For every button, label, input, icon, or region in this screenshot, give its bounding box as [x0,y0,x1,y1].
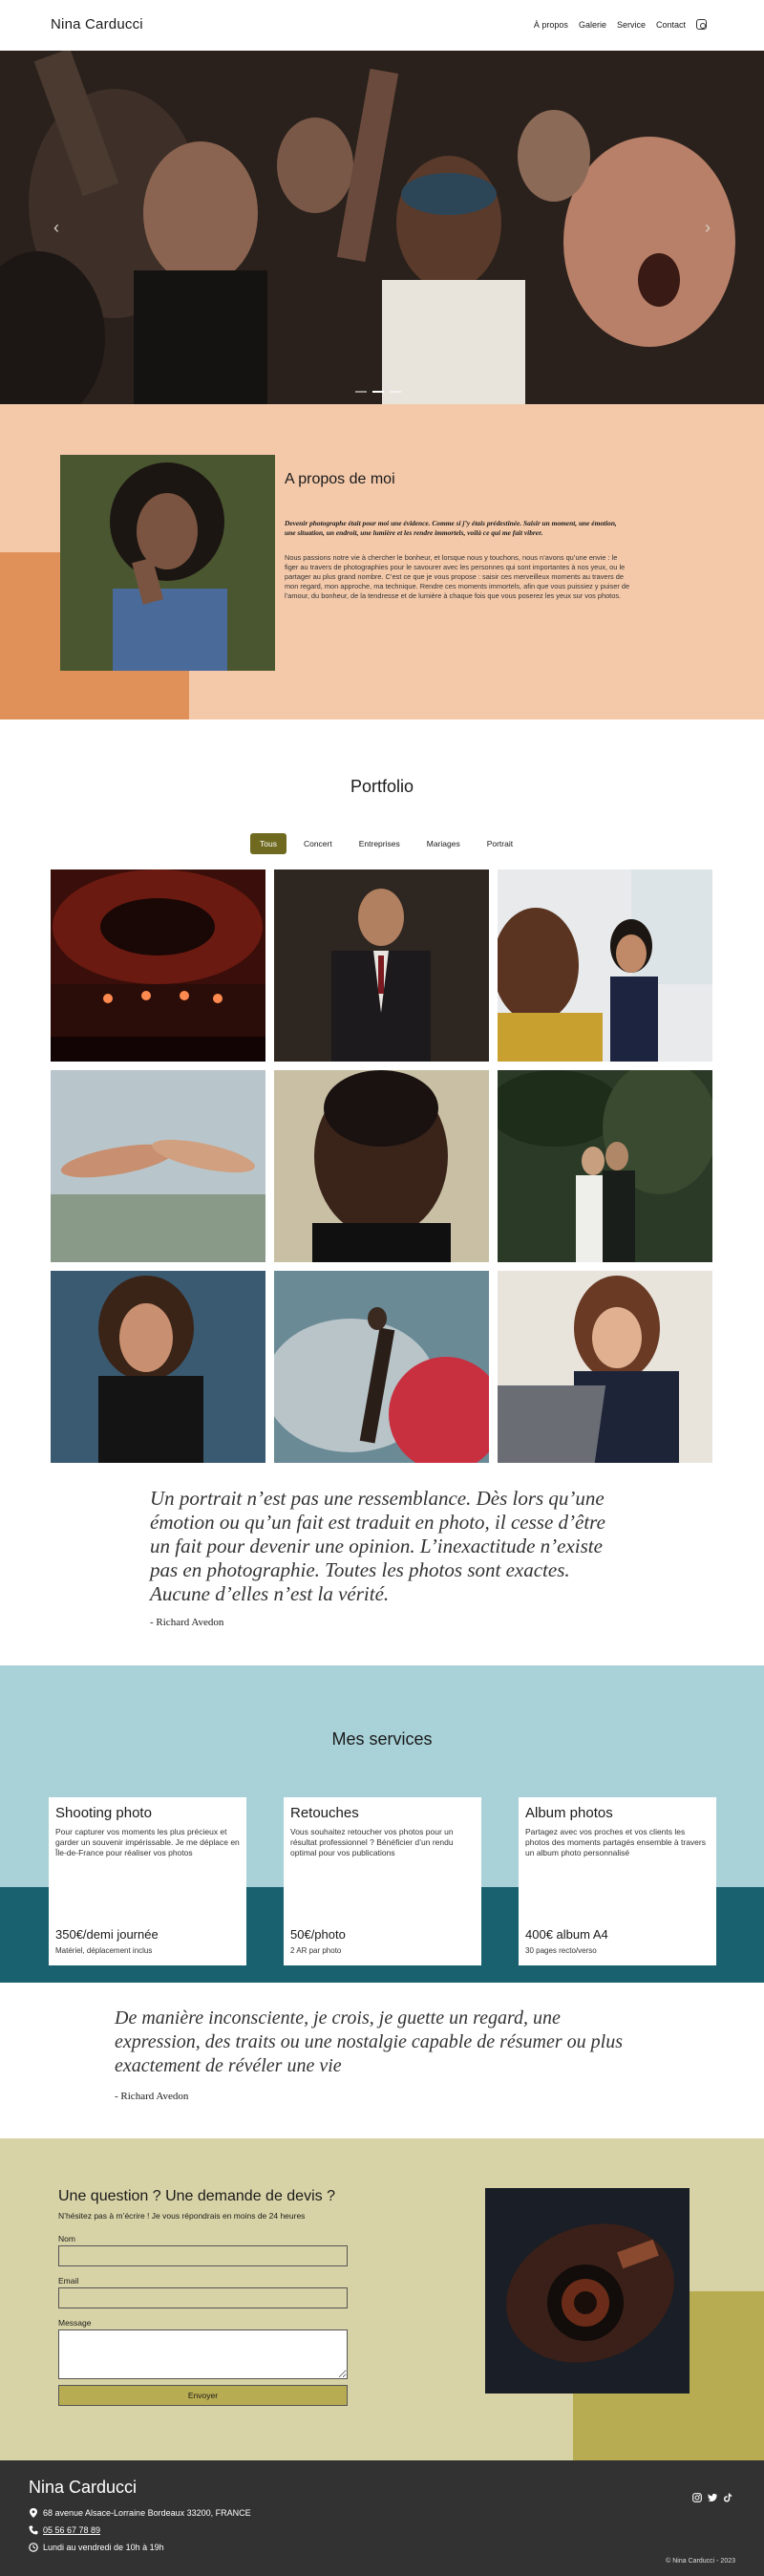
gallery-image-concert-hall[interactable] [51,869,265,1062]
service-note: 30 pages recto/verso [525,1946,597,1955]
filter-all[interactable]: Tous [250,833,286,854]
message-field[interactable] [58,2329,348,2379]
chevron-left-icon[interactable]: ‹ [53,218,59,238]
contact-title: Une question ? Une demande de devis ? [58,2188,335,2204]
footer-phone: 05 56 67 78 89 [29,2525,100,2535]
contact-section: Une question ? Une demande de devis ? N’… [0,2138,764,2460]
instagram-icon[interactable] [692,2493,702,2502]
footer-address: 68 avenue Alsace-Lorraine Bordeaux 33200… [29,2508,251,2518]
portfolio-title: Portfolio [350,777,414,796]
service-name: Album photos [525,1805,613,1821]
quote-text: De manière inconsciente, je crois, je gu… [115,2007,623,2076]
gallery-filters: Tous Concert Entreprises Mariages Portra… [250,833,522,854]
gallery-image-wedding-couple[interactable] [498,1070,712,1262]
nav-link-service[interactable]: Service [617,20,646,30]
quote-author: - Richard Avedon [115,2091,189,2102]
main-nav: À propos Galerie Service Contact [534,19,707,30]
copyright: © Nina Carducci - 2023 [666,2558,735,2565]
filter-concert[interactable]: Concert [294,833,342,854]
email-field[interactable] [58,2287,348,2308]
service-price: 350€/demi journée [55,1927,159,1942]
gallery-image-hands[interactable] [51,1070,265,1262]
filter-portrait[interactable]: Portrait [478,833,522,854]
name-field[interactable] [58,2245,348,2266]
nav-link-gallery[interactable]: Galerie [579,20,606,30]
gallery-image-woman-laptop[interactable] [498,1271,712,1463]
hours-text: Lundi au vendredi de 10h à 19h [43,2543,164,2552]
about-body: Nous passions notre vie à chercher le bo… [285,553,630,600]
message-label: Message [58,2318,92,2328]
instagram-icon[interactable] [696,19,707,30]
name-label: Nom [58,2234,75,2243]
gallery-grid [51,869,713,1463]
service-card-shooting: Shooting photo Pour capturer vos moments… [49,1797,246,1965]
service-card-album: Album photos Partagez avec vos proches e… [519,1797,716,1965]
twitter-icon[interactable] [708,2493,717,2502]
services-section: Mes services Shooting photo Pour capture… [0,1665,764,1983]
gallery-image-businessman[interactable] [274,869,489,1062]
hero-concert-crowd-image [0,51,764,404]
nav-link-contact[interactable]: Contact [656,20,686,30]
service-description: Partagez avec vos proches et vos clients… [525,1827,706,1857]
carousel-dot[interactable] [355,391,367,393]
about-title: A propos de moi [285,471,395,487]
contact-subtitle: N’hésitez pas à m’écrire ! Je vous répon… [58,2211,306,2221]
service-name: Shooting photo [55,1805,152,1821]
clock-icon [29,2543,38,2552]
site-header: Nina Carducci À propos Galerie Service C… [0,0,764,51]
site-footer: Nina Carducci 68 avenue Alsace-Lorraine … [0,2460,764,2576]
service-price: 50€/photo [290,1927,346,1942]
email-label: Email [58,2276,79,2286]
service-card-retouches: Retouches Vous souhaitez retoucher vos p… [284,1797,481,1965]
carousel-dot-active[interactable] [372,391,384,393]
submit-button[interactable]: Envoyer [58,2385,348,2406]
filter-entreprises[interactable]: Entreprises [350,833,410,854]
services-title: Mes services [331,1729,433,1749]
address-text: 68 avenue Alsace-Lorraine Bordeaux 33200… [43,2508,251,2518]
gallery-image-meeting[interactable] [498,869,712,1062]
footer-name: Nina Carducci [29,2478,138,2497]
quote-text: Un portrait n’est pas une ressemblance. … [150,1487,605,1605]
gallery-image-singer-smoke[interactable] [274,1271,489,1463]
social-links [692,2493,732,2502]
service-name: Retouches [290,1805,359,1821]
carousel-indicators [355,391,401,393]
carousel-dot[interactable] [390,391,401,393]
chevron-right-icon[interactable]: › [705,218,711,238]
service-description: Vous souhaitez retoucher vos photos pour… [290,1827,454,1857]
portrait-photo [60,455,275,671]
service-price: 400€ album A4 [525,1927,608,1942]
tiktok-icon[interactable] [723,2493,732,2502]
nav-link-about[interactable]: À propos [534,20,568,30]
footer-hours: Lundi au vendredi de 10h à 19h [29,2543,164,2552]
about-section: A propos de moi Devenir photographe étai… [0,404,764,719]
gallery-image-woman-fence[interactable] [51,1271,265,1463]
hero-carousel[interactable]: ‹ › [0,51,764,404]
service-note: 2 AR par photo [290,1946,342,1955]
gallery-image-man-portrait[interactable] [274,1070,489,1262]
site-logo[interactable]: Nina Carducci [51,16,143,32]
phone-link[interactable]: 05 56 67 78 89 [43,2525,100,2535]
filter-mariages[interactable]: Mariages [417,833,470,854]
phone-icon [29,2525,38,2535]
quote-author: - Richard Avedon [150,1617,224,1628]
service-note: Matériel, déplacement inclus [55,1946,153,1955]
about-intro: Devenir photographe était pour moi une é… [285,519,617,537]
service-description: Pour capturer vos moments les plus préci… [55,1827,240,1857]
location-pin-icon [30,2508,37,2518]
camera-photo [485,2188,690,2394]
